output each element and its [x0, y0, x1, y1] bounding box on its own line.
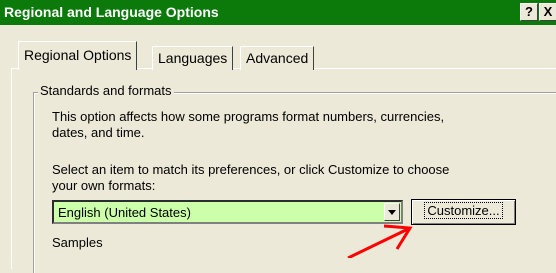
tab-label: Languages — [158, 50, 228, 66]
tab-advanced[interactable]: Advanced — [240, 46, 315, 70]
samples-label: Samples — [52, 235, 103, 250]
locale-select-value: English (United States) — [58, 205, 191, 220]
dropdown-arrow-icon[interactable] — [384, 203, 400, 221]
tab-languages[interactable]: Languages — [152, 46, 234, 70]
customize-button-label: Customize... — [424, 202, 503, 219]
description-line-1: This option affects how some programs fo… — [52, 109, 445, 124]
window-title: Regional and Language Options — [4, 4, 219, 20]
tab-regional-options[interactable]: Regional Options — [18, 41, 138, 70]
instruction-line-2: your own formats: — [52, 178, 156, 193]
help-button[interactable]: ? — [520, 3, 538, 21]
standards-group-label: Standards and formats — [38, 83, 174, 98]
locale-select[interactable]: English (United States) — [52, 200, 403, 224]
tab-label: Advanced — [246, 50, 309, 66]
tab-label: Regional Options — [24, 47, 132, 63]
title-bar[interactable]: Regional and Language Options ? X — [0, 0, 556, 25]
close-button[interactable]: X — [539, 3, 556, 21]
customize-button[interactable]: Customize... — [411, 199, 516, 225]
instruction-line-1: Select an item to match its preferences,… — [52, 162, 450, 177]
description-line-2: dates, and time. — [52, 125, 145, 140]
